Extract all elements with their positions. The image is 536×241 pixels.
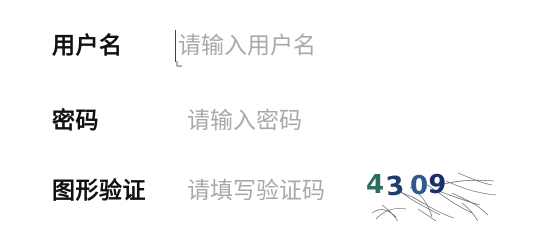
username-label: 用户名 bbox=[52, 33, 123, 59]
username-row: 用户名 bbox=[0, 16, 536, 76]
captcha-char: 4 bbox=[366, 170, 384, 200]
captcha-char: 3 bbox=[384, 171, 405, 203]
captcha-char: 9 bbox=[427, 169, 448, 200]
captcha-label: 图形验证 bbox=[52, 178, 146, 204]
username-input[interactable] bbox=[178, 26, 478, 66]
captcha-char: 0 bbox=[410, 171, 428, 201]
captcha-input[interactable] bbox=[187, 171, 347, 211]
password-label: 密码 bbox=[52, 108, 99, 134]
captcha-image[interactable]: 4 3 0 9 bbox=[362, 163, 502, 221]
password-input[interactable] bbox=[187, 101, 477, 141]
captcha-row: 图形验证 4 3 0 9 bbox=[0, 161, 536, 221]
password-row: 密码 bbox=[0, 91, 536, 151]
text-caret bbox=[175, 30, 176, 62]
